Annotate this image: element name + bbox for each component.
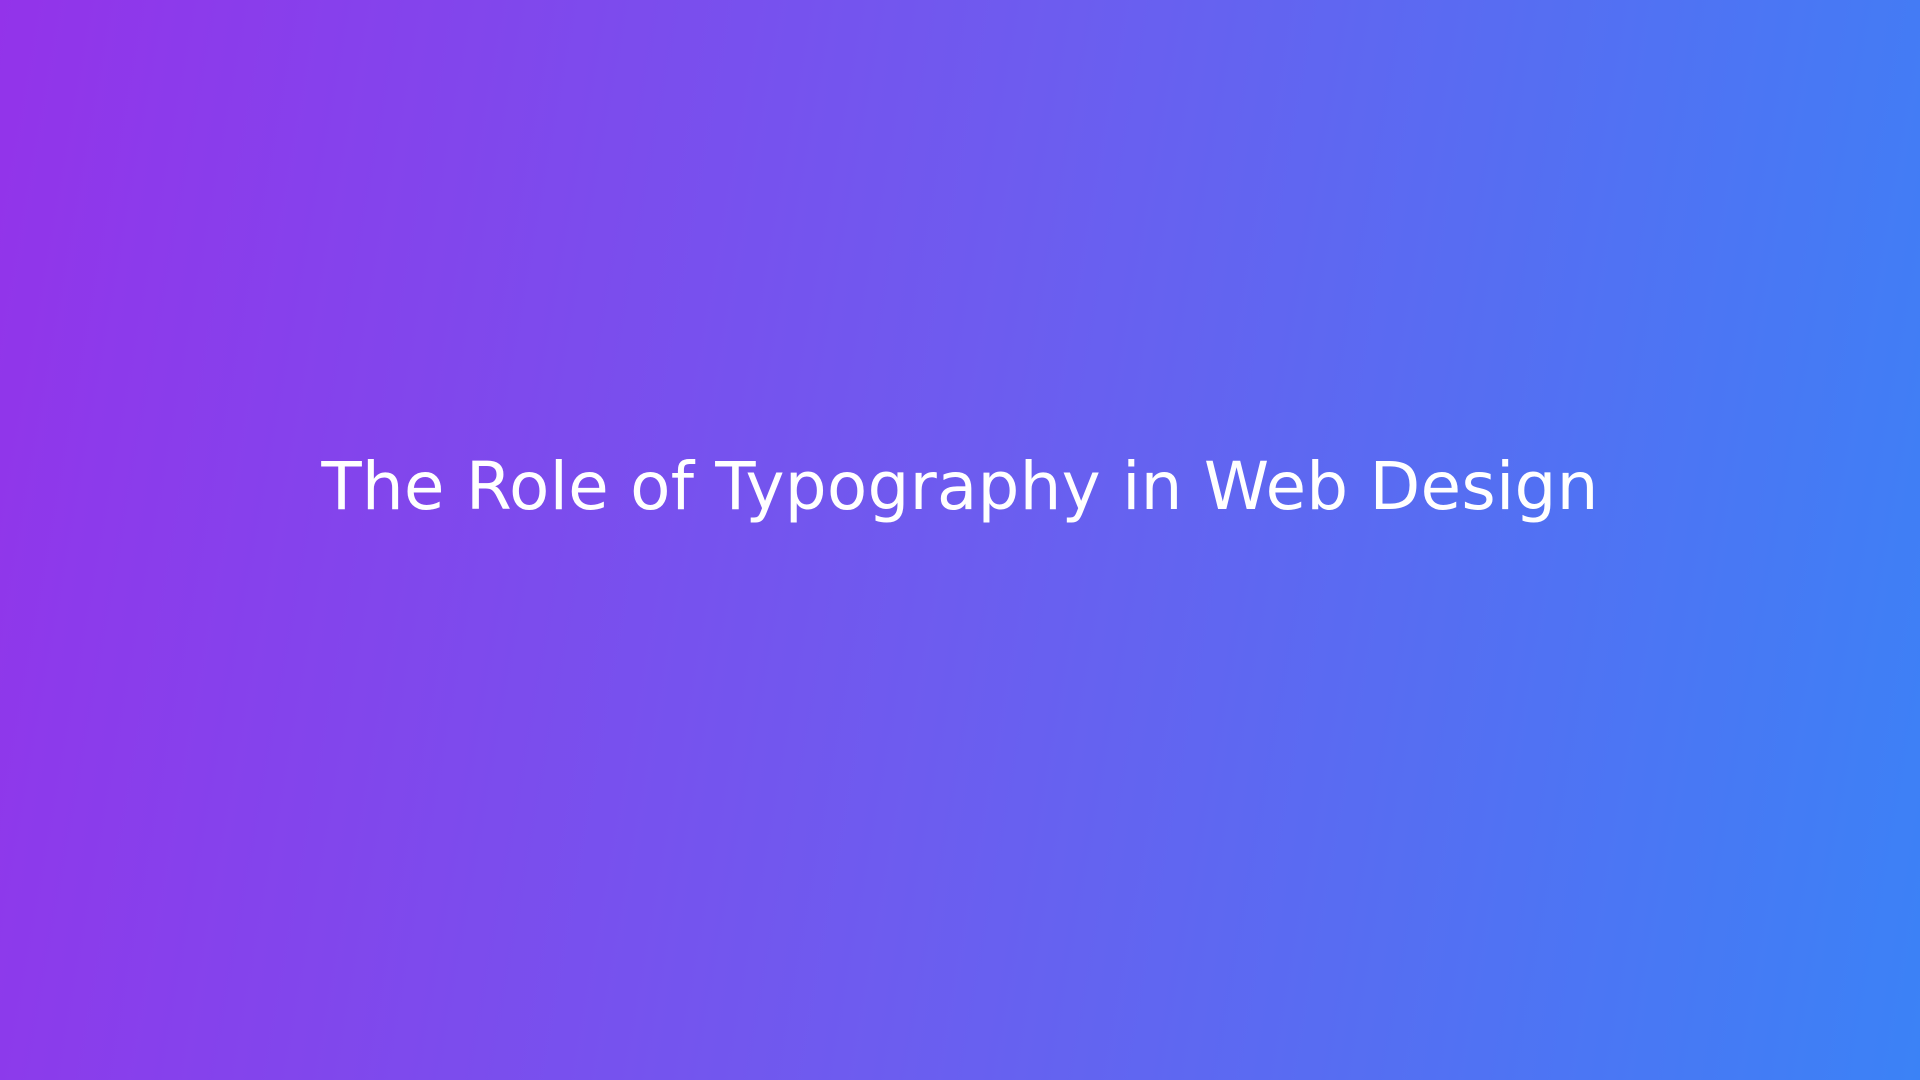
hero-banner: The Role of Typography in Web Design — [0, 0, 1920, 1080]
page-title: The Role of Typography in Web Design — [321, 447, 1599, 525]
